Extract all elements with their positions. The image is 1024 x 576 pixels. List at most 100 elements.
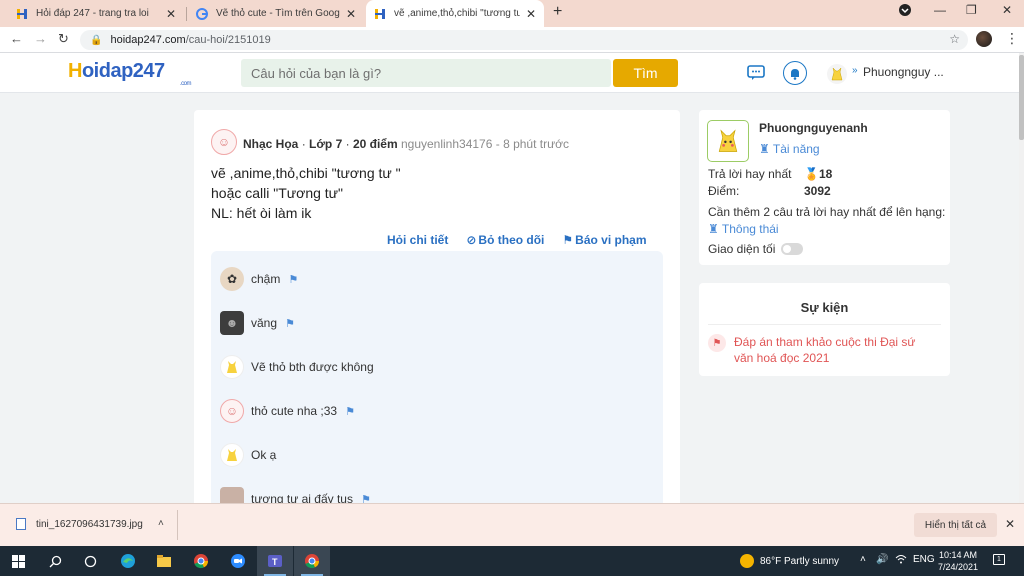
event-card: Sự kiện ⚑ Đáp án tham khảo cuộc thi Đại … xyxy=(699,283,950,376)
address-bar[interactable]: 🔒 hoidap247.com/cau-hoi/2151019 ☆ xyxy=(80,30,968,50)
wifi-icon[interactable] xyxy=(895,554,907,567)
scrollbar-thumb[interactable] xyxy=(1019,55,1024,140)
show-all-button[interactable]: Hiển thị tất cả xyxy=(914,513,997,537)
divider xyxy=(177,510,178,540)
asker-avatar[interactable]: ☺ xyxy=(211,129,237,155)
comment-avatar[interactable] xyxy=(220,443,244,467)
question-card: ☺ Nhạc Họa · Lớp 7 · 20 điểm nguyenlinh3… xyxy=(194,110,680,521)
browser-menu-icon[interactable]: ⋮ xyxy=(1005,30,1019,47)
question-grade[interactable]: Lớp 7 xyxy=(309,137,342,151)
back-icon[interactable]: ← xyxy=(10,31,23,46)
minimize-icon[interactable]: — xyxy=(934,3,946,17)
comment-avatar[interactable] xyxy=(220,355,244,379)
chevron-up-icon[interactable]: ˄ xyxy=(860,554,866,565)
chrome-icon[interactable] xyxy=(302,551,322,571)
browser-toolbar: ← → ↻ 🔒 hoidap247.com/cau-hoi/2151019 ☆ xyxy=(0,27,1024,53)
windows-taskbar: T 86°F Partly sunny ˄ 🔊 ENG 10:14 AM 7/2… xyxy=(0,546,1024,576)
comment-avatar[interactable]: ✿ xyxy=(220,267,244,291)
logo-text: oidap247 xyxy=(81,60,165,82)
unlink-icon: ⊘ xyxy=(466,233,477,247)
comment-avatar[interactable]: ☻ xyxy=(220,311,244,335)
task-view-icon[interactable] xyxy=(80,551,100,571)
next-rank: ♜ Thông thái xyxy=(708,222,779,236)
comment-text: văng xyxy=(251,316,278,330)
asker-name[interactable]: Nhạc Họa xyxy=(243,137,298,151)
search-button[interactable]: Tìm xyxy=(613,59,678,87)
notification-center-icon[interactable]: 1 xyxy=(993,554,1005,565)
close-tab-icon[interactable]: ✕ xyxy=(166,7,176,21)
bell-icon[interactable] xyxy=(783,61,807,85)
flag-icon[interactable]: ⚑ xyxy=(285,317,295,330)
chat-icon[interactable] xyxy=(745,62,767,84)
comments-list: ✿ chậm ⚑ ☻ văng ⚑ Vẽ thỏ bth được không … xyxy=(211,251,663,521)
weather-widget[interactable]: 86°F Partly sunny xyxy=(740,554,839,568)
volume-icon[interactable]: 🔊 xyxy=(876,554,888,565)
system-clock[interactable]: 10:14 AM 7/24/2021 xyxy=(938,549,978,573)
search-placeholder: Câu hỏi của bạn là gì? xyxy=(251,65,382,81)
windows-start-icon[interactable] xyxy=(8,551,28,571)
chevron-up-icon[interactable]: ˄ xyxy=(158,518,164,529)
tab-question-active[interactable]: vẽ ,anime,thỏ,chibi "tương tư " h ✕ xyxy=(366,0,544,27)
comment-item: ☻ văng ⚑ xyxy=(220,311,295,335)
comment-text: Vẽ thỏ bth được không xyxy=(251,360,374,374)
unfollow-link[interactable]: ⊘ Bỏ theo dõi xyxy=(466,233,544,247)
next-rank-text: Cần thêm 2 câu trả lời hay nhất để lên h… xyxy=(708,205,946,219)
input-language[interactable]: ENG xyxy=(913,554,935,565)
best-answers-count: 18 xyxy=(818,167,833,181)
teams-icon[interactable]: T xyxy=(265,551,285,571)
medal-icon: 🏅 xyxy=(804,167,819,181)
browser-profile-avatar[interactable] xyxy=(976,31,992,47)
profile-menu-icon[interactable] xyxy=(898,3,912,20)
logo-h: H xyxy=(68,60,82,82)
url-host: hoidap247.com xyxy=(110,34,186,46)
search-input[interactable]: Câu hỏi của bạn là gì? xyxy=(241,59,611,87)
close-icon[interactable]: ✕ xyxy=(1005,517,1015,531)
download-filename: tini_1627096431739.jpg xyxy=(36,518,143,530)
best-answers-label: Trả lời hay nhất xyxy=(708,167,792,181)
search-icon[interactable] xyxy=(45,551,65,571)
site-logo[interactable]: Hoidap247 .com xyxy=(68,60,192,87)
unfollow-label: Bỏ theo dõi xyxy=(478,233,545,247)
dark-mode-toggle[interactable] xyxy=(781,243,804,255)
profile-avatar[interactable] xyxy=(707,120,749,162)
chrome-icon[interactable] xyxy=(191,551,211,571)
partly-sunny-icon xyxy=(740,554,754,568)
user-avatar[interactable] xyxy=(827,64,847,84)
points-value: 3092 xyxy=(804,184,831,198)
rank-badge-icon: ♜ xyxy=(708,222,719,236)
download-item[interactable]: tini_1627096431739.jpg xyxy=(16,518,143,530)
forward-icon[interactable]: → xyxy=(34,31,47,46)
close-tab-icon[interactable]: ✕ xyxy=(346,7,356,21)
tab-title: vẽ ,anime,thỏ,chibi "tương tư " h xyxy=(394,8,520,19)
tab-google-search[interactable]: Vẽ thỏ cute - Tìm trên Google ✕ xyxy=(188,0,364,27)
site-header: Hoidap247 .com Câu hỏi của bạn là gì? Tìm… xyxy=(0,53,1019,93)
edge-icon[interactable] xyxy=(118,551,138,571)
flag-icon[interactable]: ⚑ xyxy=(288,273,298,286)
profile-name[interactable]: Phuongnguyenanh xyxy=(759,121,868,135)
event-link[interactable]: Đáp án tham khảo cuộc thi Đại sứ văn hoá… xyxy=(734,334,934,366)
user-name[interactable]: Phuongnguy ... xyxy=(863,65,944,79)
meta-separator: · xyxy=(301,137,306,151)
ask-detail-link[interactable]: Hỏi chi tiết xyxy=(387,233,448,247)
question-actions: Hỏi chi tiết ⊘ Bỏ theo dõi ⚑ Báo vi phạm xyxy=(387,233,665,247)
report-link[interactable]: ⚑ Báo vi phạm xyxy=(562,233,646,247)
reload-icon[interactable]: ↻ xyxy=(58,31,69,47)
tab-hoidap-home[interactable]: Hỏi đáp 247 - trang tra loi ✕ xyxy=(8,0,184,27)
file-explorer-icon[interactable] xyxy=(154,551,174,571)
page-scrollbar[interactable] xyxy=(1019,53,1024,503)
tab-separator xyxy=(186,7,187,21)
comment-text: chậm xyxy=(251,272,281,286)
bookmark-star-icon[interactable]: ☆ xyxy=(949,32,960,46)
new-tab-icon[interactable]: + xyxy=(553,3,562,21)
comment-item: Ok ạ xyxy=(220,443,276,467)
close-window-icon[interactable]: ✕ xyxy=(1002,3,1012,17)
comment-avatar[interactable]: ☺ xyxy=(220,399,244,423)
question-points: 20 điểm xyxy=(352,137,398,151)
restore-icon[interactable]: ❐ xyxy=(966,3,977,17)
dark-mode-label: Giao diện tối xyxy=(708,242,776,256)
flag-icon[interactable]: ⚑ xyxy=(345,405,355,418)
close-tab-icon[interactable]: ✕ xyxy=(526,7,536,21)
zoom-icon[interactable] xyxy=(228,551,248,571)
meta-separator: · xyxy=(345,137,350,151)
chevron-down-icon[interactable]: » xyxy=(852,65,858,76)
